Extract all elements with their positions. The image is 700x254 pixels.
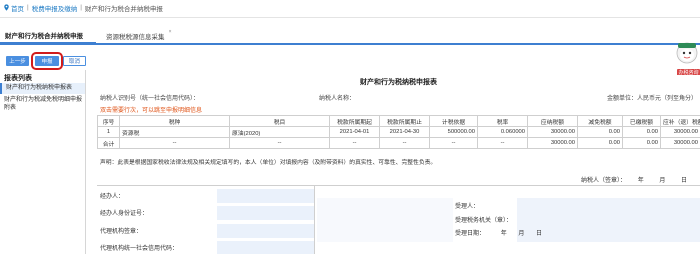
receive-date-value: 年 月 日 (500, 231, 543, 237)
receive-date: 受理日期： 年 月 日 (455, 228, 542, 237)
signature-date: 年 月 日 (637, 178, 688, 184)
table-cell: 2021-04-01 (329, 126, 380, 138)
column-header: 减免税额 (577, 115, 623, 127)
agent-id-label: 经办人身份证号： (100, 211, 149, 217)
agency-code-label: 代理机构统一社会信用代码： (100, 246, 179, 252)
table-cell: 0.00 (577, 137, 623, 149)
column-header: 税款所属期起 (329, 115, 380, 127)
table-total-row: 合计 -- -- -- -- -- -- 30000.00 0.00 0.00 … (97, 137, 700, 149)
breadcrumb-separator: | (27, 4, 29, 11)
table-cell: -- (477, 137, 528, 149)
table-cell: 合计 (97, 137, 120, 149)
tax-office-label: 受理税务机关（章）： (455, 218, 513, 224)
column-header: 应补（退）税额 (660, 115, 700, 127)
table-cell: -- (429, 137, 478, 149)
amount-unit-label: 金额单位：人民币元（列至角分） (607, 96, 698, 102)
table-cell: 30000.00 (660, 126, 700, 138)
breadcrumb-home[interactable]: 首页 (3, 3, 24, 13)
table-cell: 0.00 (622, 137, 661, 149)
table-cell: 资源税 (119, 126, 230, 138)
tab-bar: 财产和行为税合并纳税申报 资源税税源信息采集 × (0, 27, 700, 45)
tax-table: 序号 税种 税目 税款所属期起 税款所属期止 计税依据 税率 应纳税额 减免税额… (97, 115, 700, 149)
table-cell: 30000.00 (527, 126, 578, 138)
table-cell: -- (379, 137, 430, 149)
table-cell: 1 (97, 126, 120, 138)
close-icon[interactable]: × (169, 29, 172, 35)
taxpayer-id-label: 纳税人识别号（统一社会信用代码）： (100, 96, 200, 102)
table-header-row: 序号 税种 税目 税款所属期起 税款所属期止 计税依据 税率 应纳税额 减免税额… (97, 115, 700, 127)
receive-date-label: 受理日期： (455, 231, 486, 237)
divider (314, 186, 315, 254)
table-cell: -- (119, 137, 230, 149)
sidebar-title: 报表列表 (4, 75, 32, 82)
taxpayer-name-label: 纳税人名称： (319, 96, 356, 102)
table-cell: 0.00 (622, 126, 661, 138)
location-pin-icon (4, 4, 9, 11)
table-cell: -- (229, 137, 330, 149)
receiver-area (317, 198, 453, 242)
declaration-statement: 声明：此表是根据国家税收法律法规及相关规定填写的，本人（单位）对填报内容（及附带… (100, 160, 437, 166)
agency-seal-field[interactable] (217, 224, 314, 238)
column-header: 应纳税额 (527, 115, 578, 127)
agent-id-field[interactable] (217, 206, 314, 220)
table-cell: 0.00 (577, 126, 623, 138)
tab-combined-declaration[interactable]: 财产和行为税合并纳税申报 (0, 27, 96, 44)
column-header: 税率 (477, 115, 528, 127)
column-header: 计税依据 (429, 115, 478, 127)
signature-label: 纳税人（签章）： (581, 178, 627, 184)
tab-label: 资源税税源信息采集 (106, 33, 165, 41)
divider (0, 17, 700, 18)
table-cell: 30000.00 (527, 137, 578, 149)
declare-button[interactable]: 申报 (31, 52, 63, 70)
agent-field[interactable] (217, 189, 314, 203)
cancel-button[interactable]: 取消 (63, 56, 86, 66)
column-header: 税款所属期止 (379, 115, 430, 127)
sidebar-item-tax-return[interactable]: 财产和行为税纳税申报表 (0, 83, 85, 94)
column-header: 税目 (229, 115, 330, 127)
column-header: 税种 (119, 115, 230, 127)
column-header: 序号 (97, 115, 120, 127)
agent-label: 经办人： (100, 194, 125, 200)
table-cell: 原油(2020) (229, 126, 330, 138)
receiver-label: 受理人： (455, 204, 480, 210)
table-cell: 500000.00 (429, 126, 478, 138)
agency-seal-label: 代理机构签章： (100, 229, 143, 235)
sidebar-item-exemption-schedule[interactable]: 财产和行为税减免税明细申报附表 (0, 96, 85, 114)
report-list-sidebar: 报表列表 财产和行为税纳税申报表 财产和行为税减免税明细申报附表 (0, 70, 86, 254)
table-cell: -- (329, 137, 380, 149)
taxpayer-signature: 纳税人（签章）： 年 月 日 (581, 175, 687, 184)
declaration-form: 财产和行为税纳税申报表 纳税人识别号（统一社会信用代码）： 纳税人名称： 金额单… (97, 75, 700, 254)
previous-step-button[interactable]: 上一步 (6, 56, 29, 66)
table-row[interactable]: 1 资源税 原油(2020) 2021-04-01 2021-04-30 500… (97, 126, 700, 138)
double-click-hint: 双击需要行次，可以跳至申报明细信息 (100, 108, 203, 114)
table-cell: 30000.00 (660, 137, 700, 149)
form-title: 财产和行为税纳税申报表 (360, 79, 437, 86)
breadcrumb-level1[interactable]: 税费申报及缴纳 (32, 3, 78, 13)
breadcrumb-current: 财产和行为税合并纳税申报 (84, 5, 163, 13)
table-cell: 2021-04-30 (379, 126, 430, 138)
breadcrumb: 首页 | 税费申报及缴纳 | 财产和行为税合并纳税申报 (0, 0, 700, 15)
agent-section: 经办人： 经办人身份证号： 代理机构签章： 代理机构统一社会信用代码： 受理人：… (97, 185, 700, 254)
receiver-field-area (517, 198, 700, 242)
breadcrumb-home-label[interactable]: 首页 (11, 3, 24, 13)
table-cell: 0.060000 (477, 126, 528, 138)
tab-resource-tax-collection[interactable]: 资源税税源信息采集 × (101, 27, 172, 44)
agency-code-field[interactable] (217, 241, 314, 254)
column-header: 已缴税额 (622, 115, 661, 127)
tab-label: 财产和行为税合并纳税申报 (5, 32, 83, 40)
breadcrumb-separator: | (80, 4, 82, 11)
